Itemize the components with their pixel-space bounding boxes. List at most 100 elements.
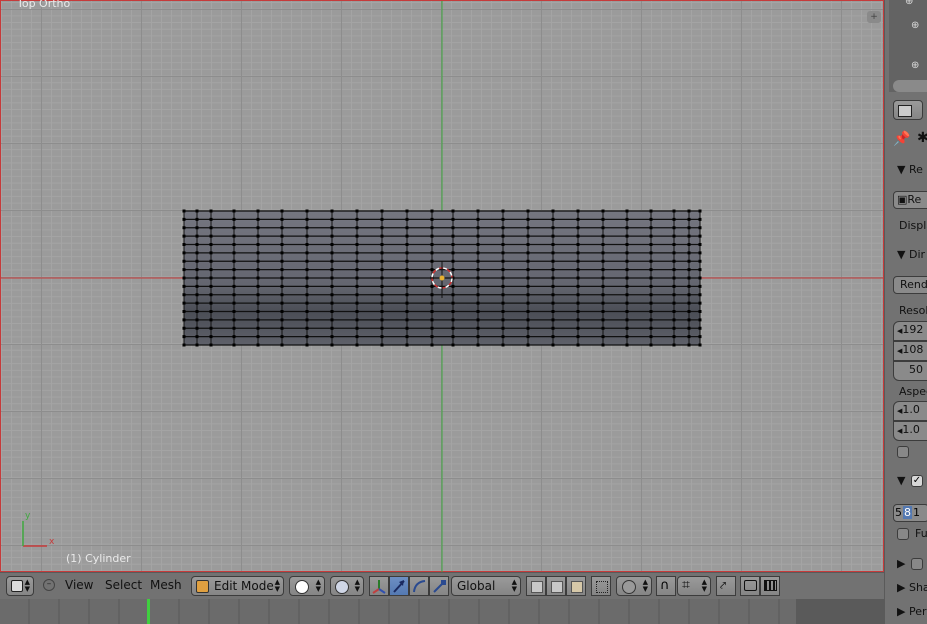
mode-dropdown[interactable]: Edit Mode ▲ ▼ xyxy=(191,576,284,596)
mesh-vertex xyxy=(649,284,653,288)
view-menu[interactable]: View xyxy=(65,578,93,592)
mesh-vertex xyxy=(232,234,236,238)
mesh-vertex xyxy=(501,243,505,246)
mesh-vertex xyxy=(305,243,309,246)
vertex-select-button[interactable] xyxy=(526,576,546,596)
tool-shelf-toggle-icon[interactable]: + xyxy=(867,11,881,23)
render-panel-header[interactable]: ▼ Re xyxy=(897,163,923,176)
select-menu[interactable]: Select xyxy=(105,578,142,592)
mesh-vertex xyxy=(330,343,334,347)
timeline[interactable] xyxy=(0,599,884,624)
collapsed-panel-checkbox[interactable] xyxy=(911,558,923,570)
mesh-vertex xyxy=(601,276,605,280)
mesh-vertex xyxy=(551,268,555,272)
mesh-vertex xyxy=(232,268,236,272)
mesh-vertex xyxy=(698,326,702,330)
full-sample-checkbox[interactable] xyxy=(897,528,909,540)
mesh-vertex xyxy=(256,268,260,272)
properties-editor-type-button[interactable] xyxy=(893,100,923,120)
scale-manipulator-button[interactable] xyxy=(429,576,449,596)
mesh-vertex xyxy=(195,284,199,288)
collapse-menu-icon[interactable]: – xyxy=(43,579,55,591)
expand-icon[interactable]: ⊕ xyxy=(911,20,919,31)
mesh-vertex xyxy=(672,259,676,263)
mesh-vertex xyxy=(182,209,186,213)
aspect-x-field[interactable]: ◀1.0 xyxy=(893,401,927,421)
3d-viewport[interactable]: Top Ortho x y (1) Cylinder + xyxy=(0,0,885,573)
mesh-vertex xyxy=(405,318,409,322)
mesh-vertex xyxy=(698,268,702,272)
mesh-vertex xyxy=(430,293,434,297)
render-animation-button[interactable] xyxy=(760,576,780,596)
rotate-manipulator-button[interactable] xyxy=(409,576,429,596)
border-checkbox[interactable] xyxy=(897,446,909,458)
sample-count-buttons[interactable]: 581 xyxy=(893,504,927,522)
mesh-vertex xyxy=(649,226,653,230)
mesh-vertex xyxy=(182,268,186,272)
render-context-icon[interactable]: ✱ xyxy=(917,130,927,146)
shading-panel-header[interactable]: ▶ Sha xyxy=(897,581,927,594)
mesh-vertex xyxy=(380,293,384,297)
sampling-panel-header[interactable]: ▼ xyxy=(897,474,905,487)
panel-enable-checkbox[interactable]: ✓ xyxy=(911,475,923,487)
mesh-vertex xyxy=(305,326,309,330)
mesh-vertex xyxy=(698,226,702,230)
mesh-vertex xyxy=(649,326,653,330)
mesh-vertex xyxy=(625,243,629,246)
occlude-geometry-button[interactable] xyxy=(591,576,611,596)
mesh-vertex xyxy=(625,284,629,288)
collapsed-panel-header[interactable]: ▶ xyxy=(897,557,905,570)
resolution-x-field[interactable]: ◀192 xyxy=(893,321,927,341)
render-opengl-button[interactable]: ⤤ xyxy=(716,576,736,596)
mesh-vertex xyxy=(380,343,384,347)
face-select-button[interactable] xyxy=(566,576,586,596)
mesh-vertex xyxy=(501,293,505,297)
aspect-y-field[interactable]: ◀1.0 xyxy=(893,421,927,441)
mesh-menu[interactable]: Mesh xyxy=(150,578,182,592)
render-still-button[interactable] xyxy=(740,576,760,596)
expand-icon[interactable]: ⊕ xyxy=(911,60,919,71)
mesh-vertex xyxy=(355,217,359,221)
mesh-vertex xyxy=(501,284,505,288)
mesh-vertex xyxy=(526,326,530,330)
manipulator-toggle[interactable] xyxy=(369,576,389,596)
current-frame-marker[interactable] xyxy=(147,599,150,624)
dimensions-panel-header[interactable]: ▼ Dir xyxy=(897,248,925,261)
resolution-percentage-field[interactable]: 50 xyxy=(893,361,927,381)
render-button[interactable]: ▣Re xyxy=(893,191,927,209)
performance-panel-header[interactable]: ▶ Per xyxy=(897,605,927,618)
mesh-vertex xyxy=(182,326,186,330)
axis-x-label: x xyxy=(49,537,55,547)
render-presets-button[interactable]: Rende xyxy=(893,276,927,294)
sample-option-5[interactable]: 5 xyxy=(894,506,903,519)
editor-type-button[interactable]: ▲ ▼ xyxy=(6,576,34,596)
sample-option-1[interactable]: 1 xyxy=(912,506,921,519)
snap-toggle[interactable]: ∩ xyxy=(656,576,676,596)
properties-icon xyxy=(898,105,912,117)
timeline-end-range xyxy=(796,599,884,624)
mesh-vertex xyxy=(280,234,284,238)
mesh-vertex xyxy=(576,268,580,272)
transform-orientation-dropdown[interactable]: Global ▲ ▼ xyxy=(451,576,521,596)
mesh-vertex xyxy=(430,259,434,263)
pivot-point-dropdown[interactable]: ▲ ▼ xyxy=(330,576,364,596)
mesh-vertex xyxy=(625,310,629,313)
resolution-y-field[interactable]: ◀108 xyxy=(893,341,927,361)
pin-icon[interactable]: 📌 xyxy=(893,131,910,147)
sample-option-8[interactable]: 8 xyxy=(903,506,912,519)
mesh-vertex xyxy=(698,343,702,347)
translate-manipulator-button[interactable] xyxy=(389,576,409,596)
scrollbar[interactable] xyxy=(893,80,927,92)
proportional-edit-dropdown[interactable]: ▲ ▼ xyxy=(616,576,652,596)
mesh-vertex xyxy=(672,226,676,230)
mesh-vertex xyxy=(698,217,702,221)
snap-element-dropdown[interactable]: ⌗ ▲ ▼ xyxy=(677,576,711,596)
face-select-icon xyxy=(571,581,583,593)
edge-select-button[interactable] xyxy=(546,576,566,596)
mesh-vertex xyxy=(576,234,580,238)
expand-icon[interactable]: ⊕ xyxy=(905,0,913,7)
aspect-x-value: 1.0 xyxy=(902,403,920,416)
mesh-vertex xyxy=(330,276,334,280)
performance-panel-title: Per xyxy=(908,605,927,618)
viewport-shading-dropdown[interactable]: ▲ ▼ xyxy=(289,576,325,596)
